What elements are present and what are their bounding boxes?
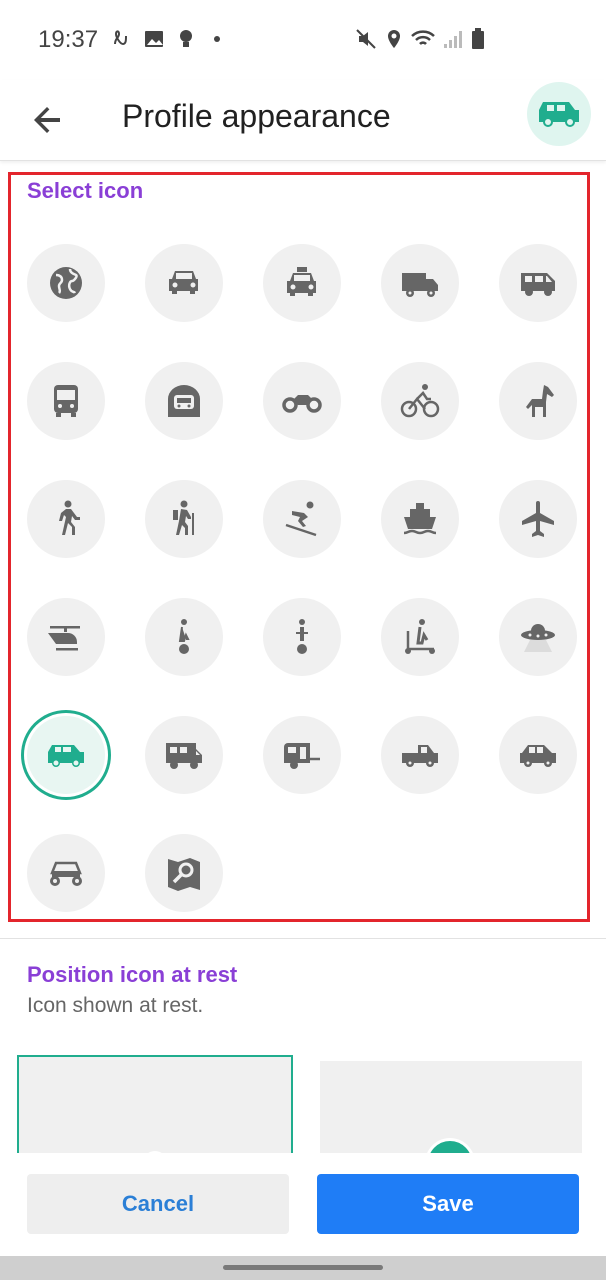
location-icon — [388, 30, 400, 48]
wifi-icon — [411, 30, 435, 45]
bus-icon — [54, 385, 78, 417]
subway-icon — [168, 385, 200, 417]
ufo-icon-option[interactable] — [499, 598, 577, 676]
truck-icon — [402, 273, 438, 297]
status-bar: 19:37 — [0, 0, 606, 80]
image-icon — [145, 31, 163, 47]
arrow-back-icon — [34, 107, 60, 133]
lightbulb-icon — [180, 30, 192, 47]
campervan-icon — [166, 743, 202, 769]
scooter-icon-option[interactable] — [381, 598, 459, 676]
caravan-icon — [284, 743, 320, 769]
motorcycle-icon — [282, 395, 322, 413]
pickup-truck-icon — [402, 745, 438, 767]
back-button[interactable] — [24, 96, 72, 144]
van-icon-option[interactable] — [499, 244, 577, 322]
status-time: 19:37 — [38, 26, 99, 53]
suv-icon-option-selected[interactable] — [27, 716, 105, 794]
save-button[interactable]: Save — [317, 1174, 579, 1234]
monowheel-icon-option[interactable] — [263, 598, 341, 676]
route-icon — [114, 30, 127, 46]
ship-icon — [403, 503, 437, 535]
car-icon — [169, 271, 198, 294]
map-search-icon-option[interactable] — [145, 834, 223, 912]
globe-icon-option[interactable] — [27, 244, 105, 322]
helicopter-icon-option[interactable] — [27, 598, 105, 676]
position-icon-option-1[interactable] — [17, 1055, 293, 1165]
bottom-action-bar: Cancel Save — [0, 1153, 606, 1256]
airplane-icon-option[interactable] — [499, 480, 577, 558]
pickup-truck-icon-option[interactable] — [381, 716, 459, 794]
battery-icon — [472, 28, 484, 49]
car-side-icon — [520, 745, 556, 767]
hiking-icon — [173, 500, 194, 535]
cancel-button[interactable]: Cancel — [27, 1174, 289, 1234]
select-icon-title: Select icon — [27, 178, 144, 203]
horse-icon-option[interactable] — [499, 362, 577, 440]
bicycle-icon-option[interactable] — [381, 362, 459, 440]
section-divider — [0, 938, 606, 939]
unicycle-icon — [178, 619, 190, 654]
horse-icon — [526, 385, 554, 417]
bicycle-icon — [400, 384, 440, 418]
car-side-icon-option[interactable] — [499, 716, 577, 794]
skiing-icon-option[interactable] — [263, 480, 341, 558]
suv-icon — [48, 745, 84, 767]
caravan-icon-option[interactable] — [263, 716, 341, 794]
subway-icon-option[interactable] — [145, 362, 223, 440]
page-title: Profile appearance — [122, 98, 391, 134]
walking-icon-option[interactable] — [27, 480, 105, 558]
profile-icon-preview — [527, 82, 591, 146]
position-icon-subtitle: Icon shown at rest. — [27, 994, 204, 1017]
buggy-icon-option[interactable] — [27, 834, 105, 912]
motorcycle-icon-option[interactable] — [263, 362, 341, 440]
signal-icon — [444, 31, 462, 48]
scooter-icon — [405, 619, 435, 654]
buggy-icon — [50, 861, 82, 886]
helicopter-icon — [48, 626, 80, 651]
walking-icon — [59, 500, 80, 535]
dot-icon — [214, 36, 220, 42]
monowheel-icon — [296, 619, 308, 654]
ufo-icon — [521, 624, 555, 652]
position-icon-title: Position icon at rest — [27, 962, 238, 987]
airplane-icon — [522, 501, 554, 537]
hiking-icon-option[interactable] — [145, 480, 223, 558]
mute-icon — [356, 29, 376, 49]
suv-icon — [539, 102, 579, 127]
skiing-icon — [285, 501, 317, 537]
car-icon-option[interactable] — [145, 244, 223, 322]
ship-icon-option[interactable] — [381, 480, 459, 558]
home-gesture-handle[interactable] — [223, 1265, 383, 1270]
unicycle-icon-option[interactable] — [145, 598, 223, 676]
taxi-icon-option[interactable] — [263, 244, 341, 322]
app-bar: Profile appearance — [0, 80, 606, 161]
campervan-icon-option[interactable] — [145, 716, 223, 794]
globe-icon — [50, 267, 82, 299]
bus-icon-option[interactable] — [27, 362, 105, 440]
system-navigation-bar — [0, 1256, 606, 1280]
taxi-icon — [287, 267, 316, 296]
truck-icon-option[interactable] — [381, 244, 459, 322]
map-search-icon — [168, 858, 200, 891]
van-icon — [521, 273, 555, 296]
